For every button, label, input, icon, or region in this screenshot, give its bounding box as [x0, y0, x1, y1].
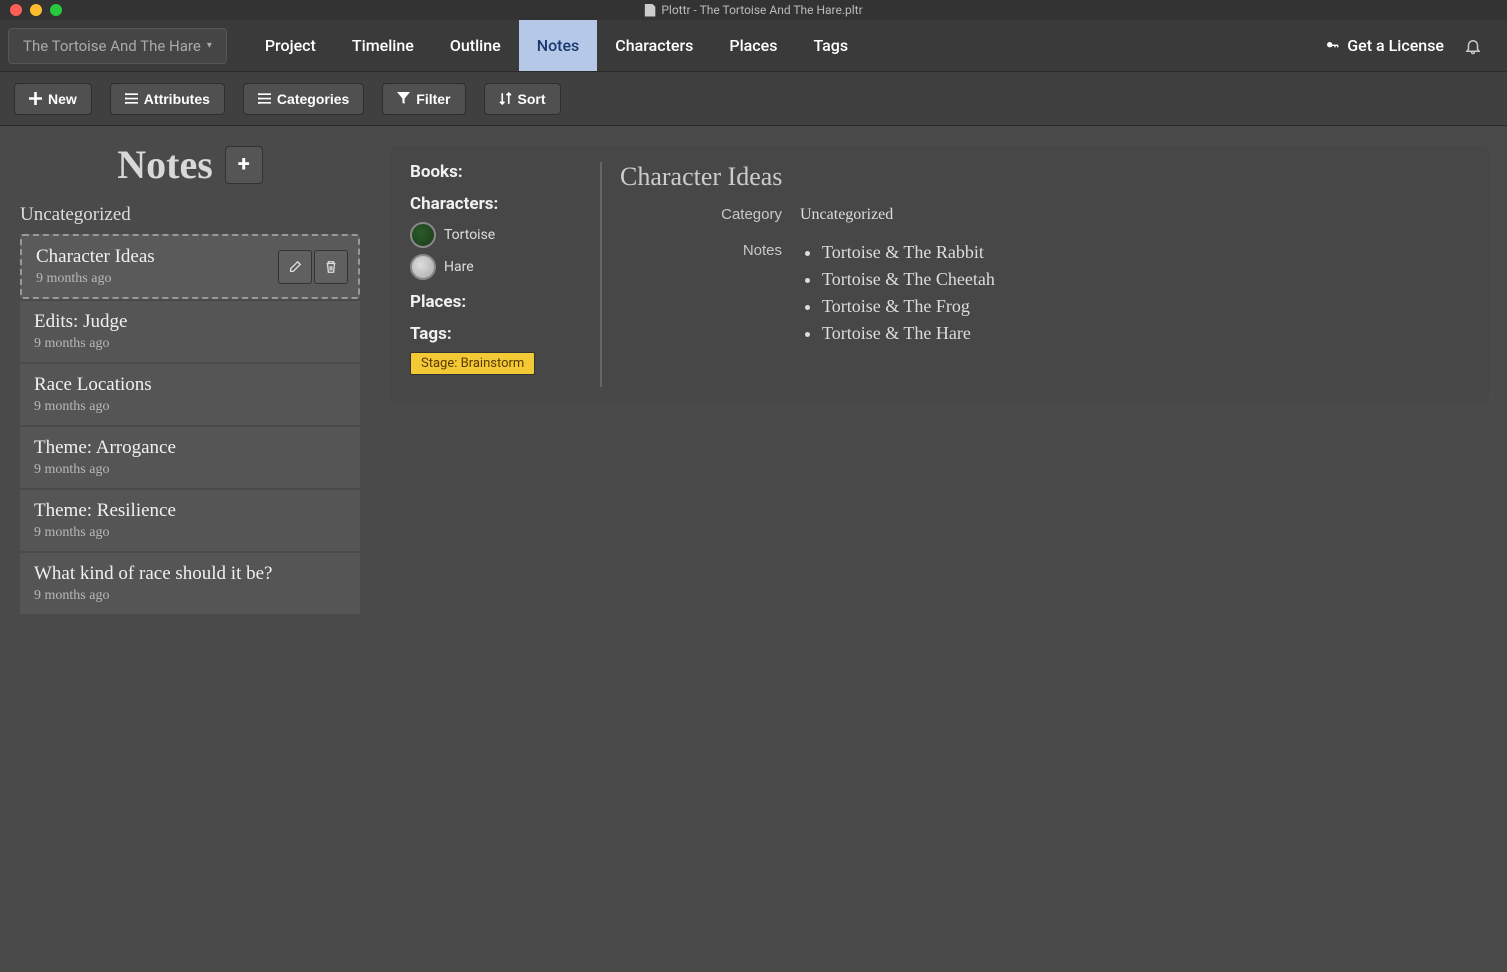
note-bullet: Tortoise & The Cheetah	[822, 269, 1469, 290]
main-nav: The Tortoise And The Hare ▾ Project Time…	[0, 20, 1507, 72]
note-item-time: 9 months ago	[34, 525, 346, 541]
filter-icon	[397, 92, 410, 105]
sort-icon	[499, 92, 512, 105]
divider	[600, 162, 602, 387]
note-item-title: Race Locations	[34, 374, 346, 396]
nav-right: Get a License	[1325, 36, 1507, 55]
tag-chip[interactable]: Stage: Brainstorm	[410, 352, 535, 375]
tags-label: Tags:	[410, 324, 586, 344]
list-icon	[258, 92, 271, 105]
categories-button[interactable]: Categories	[243, 83, 364, 115]
sort-button[interactable]: Sort	[484, 83, 561, 115]
notes-header: Notes +	[20, 141, 360, 188]
main-panel: Books: Characters: Tortoise Hare Places:	[380, 126, 1507, 972]
sort-label: Sort	[518, 91, 546, 107]
note-actions	[278, 250, 348, 284]
bell-icon[interactable]	[1464, 37, 1482, 55]
maximize-window-button[interactable]	[50, 4, 62, 16]
filter-label: Filter	[416, 91, 450, 107]
avatar-hare	[410, 254, 436, 280]
note-item-title: Theme: Arrogance	[34, 437, 346, 459]
category-value: Uncategorized	[800, 206, 1469, 224]
note-bullet: Tortoise & The Hare	[822, 323, 1469, 344]
note-detail-card: Books: Characters: Tortoise Hare Places:	[390, 146, 1489, 403]
edit-icon	[288, 260, 302, 274]
characters-label: Characters:	[410, 194, 586, 214]
note-item[interactable]: Character Ideas9 months ago	[20, 234, 360, 299]
note-item[interactable]: Race Locations 9 months ago	[20, 364, 360, 425]
list-icon	[125, 92, 138, 105]
categories-label: Categories	[277, 91, 349, 107]
note-item[interactable]: Theme: Arrogance 9 months ago	[20, 427, 360, 488]
plus-icon: +	[238, 152, 250, 177]
plus-icon	[29, 92, 42, 105]
detail-table: Category Uncategorized Notes Tortoise & …	[620, 206, 1469, 350]
note-item-title: Theme: Resilience	[34, 500, 346, 522]
window-title-text: Plottr - The Tortoise And The Hare.pltr	[661, 3, 862, 17]
tab-project[interactable]: Project	[247, 20, 334, 71]
project-dropdown[interactable]: The Tortoise And The Hare ▾	[8, 28, 227, 64]
note-bullet: Tortoise & The Rabbit	[822, 242, 1469, 263]
note-item-title: What kind of race should it be?	[34, 563, 346, 585]
close-window-button[interactable]	[10, 4, 22, 16]
character-name: Tortoise	[444, 227, 495, 243]
note-item-time: 9 months ago	[34, 462, 346, 478]
minimize-window-button[interactable]	[30, 4, 42, 16]
titlebar: Plottr - The Tortoise And The Hare.pltr	[0, 0, 1507, 20]
tab-characters[interactable]: Characters	[597, 20, 711, 71]
note-body: Character Ideas Category Uncategorized N…	[620, 162, 1469, 387]
get-license-button[interactable]: Get a License	[1325, 36, 1444, 55]
character-row[interactable]: Hare	[410, 254, 586, 280]
file-icon	[644, 4, 655, 17]
new-button[interactable]: New	[14, 83, 92, 115]
new-label: New	[48, 91, 77, 107]
note-list: Character Ideas9 months ago Edits: Judge 9…	[20, 234, 360, 614]
note-item[interactable]: Theme: Resilience 9 months ago	[20, 490, 360, 551]
window-controls	[0, 4, 62, 16]
tab-notes[interactable]: Notes	[519, 20, 598, 71]
character-name: Hare	[444, 259, 474, 275]
note-item[interactable]: What kind of race should it be? 9 months …	[20, 553, 360, 614]
chevron-down-icon: ▾	[207, 40, 212, 51]
note-body-title: Character Ideas	[620, 162, 1469, 192]
content: Notes + Uncategorized Character Ideas9 m…	[0, 126, 1507, 972]
character-row[interactable]: Tortoise	[410, 222, 586, 248]
notes-value: Tortoise & The Rabbit Tortoise & The Chee…	[800, 242, 1469, 350]
note-item-time: 9 months ago	[34, 399, 346, 415]
tab-tags[interactable]: Tags	[795, 20, 866, 71]
notes-key: Notes	[620, 242, 800, 350]
toolbar: New Attributes Categories Filter Sort	[0, 72, 1507, 126]
license-label: Get a License	[1347, 36, 1444, 55]
project-dropdown-label: The Tortoise And The Hare	[23, 37, 201, 55]
trash-icon	[324, 260, 338, 274]
filter-button[interactable]: Filter	[382, 83, 465, 115]
tab-outline[interactable]: Outline	[432, 20, 519, 71]
notes-title: Notes	[117, 141, 213, 188]
nav-tabs: Project Timeline Outline Notes Character…	[247, 20, 866, 71]
avatar-tortoise	[410, 222, 436, 248]
window-title: Plottr - The Tortoise And The Hare.pltr	[644, 3, 862, 17]
books-label: Books:	[410, 162, 586, 182]
category-key: Category	[620, 206, 800, 224]
note-item-time: 9 months ago	[34, 336, 346, 352]
places-label: Places:	[410, 292, 586, 312]
delete-button[interactable]	[314, 250, 348, 284]
note-item-time: 9 months ago	[34, 588, 346, 604]
add-note-button[interactable]: +	[225, 146, 263, 184]
edit-button[interactable]	[278, 250, 312, 284]
notes-list: Tortoise & The Rabbit Tortoise & The Chee…	[800, 242, 1469, 344]
tab-places[interactable]: Places	[711, 20, 795, 71]
attributes-label: Attributes	[144, 91, 210, 107]
category-label: Uncategorized	[20, 204, 360, 226]
attributes-button[interactable]: Attributes	[110, 83, 225, 115]
note-bullet: Tortoise & The Frog	[822, 296, 1469, 317]
note-item-title: Edits: Judge	[34, 311, 346, 333]
tab-timeline[interactable]: Timeline	[334, 20, 432, 71]
meta-column: Books: Characters: Tortoise Hare Places:	[410, 162, 600, 387]
key-icon	[1325, 38, 1341, 54]
note-item[interactable]: Edits: Judge 9 months ago	[20, 301, 360, 362]
sidebar: Notes + Uncategorized Character Ideas9 m…	[0, 126, 380, 972]
